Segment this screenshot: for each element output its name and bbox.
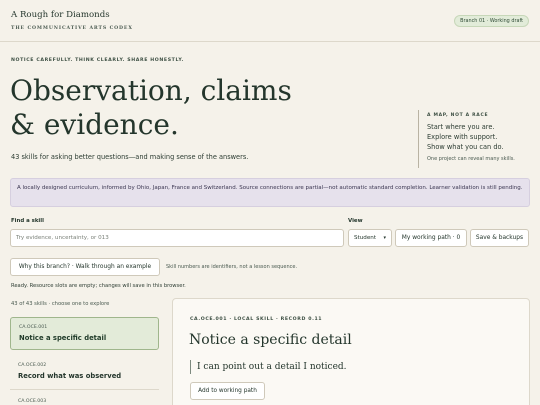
branch-badge: Branch 01 · Working draft — [454, 15, 529, 27]
aside-note: One project can reveal many skills. — [427, 156, 515, 162]
page-title-line-1: Observation, claims — [10, 74, 292, 107]
find-skill-label: Find a skill — [11, 218, 44, 224]
skill-code: CA.OCE.002 — [18, 363, 47, 368]
view-select[interactable]: Student ▾ — [348, 229, 392, 247]
skill-number-note: Skill numbers are identifiers, not a les… — [166, 264, 298, 270]
view-select-value: Student — [354, 235, 377, 241]
aside-line: Show what you can do. — [427, 143, 504, 151]
skill-count: 43 of 43 skills · choose one to explore — [11, 301, 110, 307]
curriculum-notice: A locally designed curriculum, informed … — [10, 178, 530, 207]
working-path-button[interactable]: My working path · 0 — [395, 229, 467, 247]
page-subtitle: 43 skills for asking better questions—an… — [11, 153, 249, 161]
chevron-down-icon: ▾ — [383, 235, 386, 241]
view-label: View — [348, 218, 363, 224]
list-divider — [10, 389, 159, 390]
skill-name: Notice a specific detail — [19, 334, 107, 342]
list-item[interactable]: CA.OCE.001 Notice a specific detail — [10, 317, 159, 350]
aside-line: Start where you are. — [427, 123, 495, 131]
save-backups-button[interactable]: Save & backups — [470, 229, 529, 247]
skill-detail-title: Notice a specific detail — [189, 332, 352, 348]
skill-code: CA.OCE.001 — [19, 325, 48, 330]
skill-code: CA.OCE.003 — [18, 399, 47, 404]
status-message: Ready. Resource slots are empty; changes… — [11, 283, 186, 289]
add-to-path-button[interactable]: Add to working path — [190, 382, 265, 400]
skill-statement: I can point out a detail I noticed. — [190, 360, 347, 374]
aside-lines: Start where you are. Explore with suppor… — [427, 122, 533, 152]
map-aside: A MAP, NOT A RACE Start where you are. E… — [418, 110, 533, 168]
skill-search-input[interactable]: Try evidence, uncertainty, or 013 — [10, 229, 344, 247]
hero-kicker: NOTICE CAREFULLY. THINK CLEARLY. SHARE H… — [11, 58, 184, 63]
why-branch-button[interactable]: Why this branch? · Walk through an examp… — [10, 258, 160, 276]
list-item[interactable]: CA.OCE.002 Record what was observed — [10, 356, 159, 389]
page-title: Observation, claims & evidence. — [10, 74, 292, 142]
skill-detail-panel: CA.OCE.001 · LOCAL SKILL · RECORD 0.11 N… — [172, 298, 530, 405]
skill-name: Record what was observed — [18, 372, 122, 380]
app-subtitle: THE COMMUNICATIVE ARTS CODEX — [11, 26, 133, 31]
aside-title: A MAP, NOT A RACE — [427, 113, 489, 118]
page-title-line-2: & evidence. — [10, 108, 179, 141]
list-item[interactable]: CA.OCE.003 — [10, 392, 159, 405]
skill-detail-meta: CA.OCE.001 · LOCAL SKILL · RECORD 0.11 — [190, 317, 323, 322]
top-bar: A Rough for Diamonds THE COMMUNICATIVE A… — [0, 0, 540, 42]
aside-line: Explore with support. — [427, 133, 498, 141]
app-title: A Rough for Diamonds — [11, 10, 110, 20]
